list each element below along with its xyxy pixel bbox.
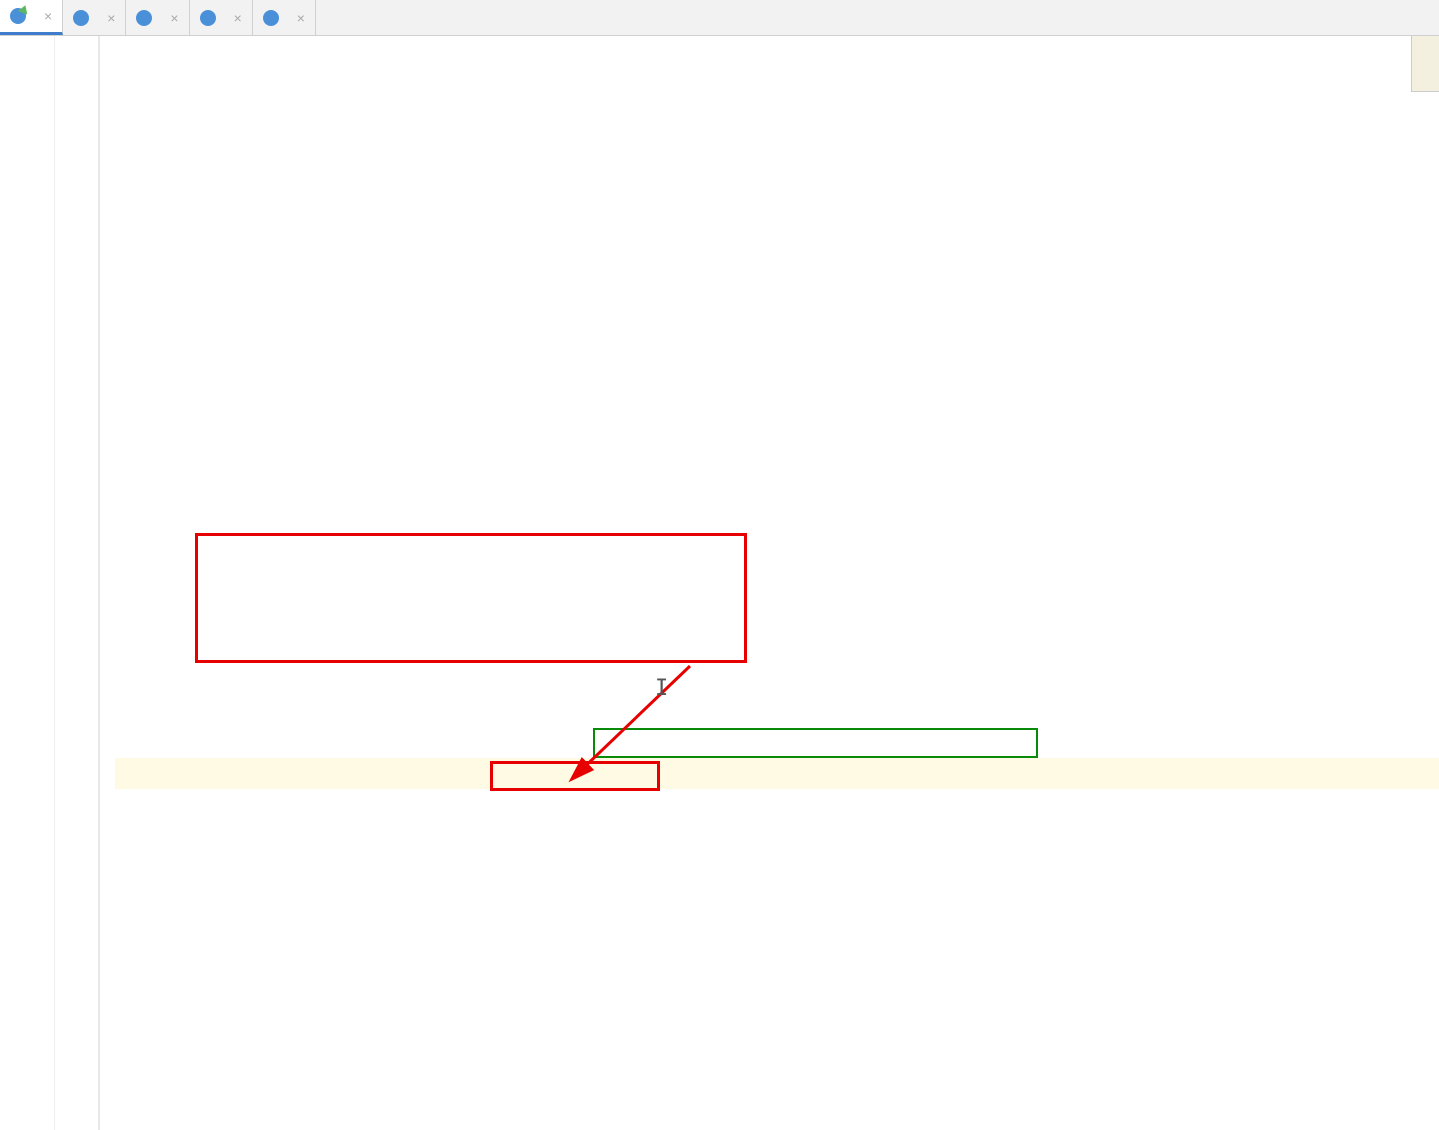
- code-line[interactable]: [115, 632, 1439, 663]
- code-line[interactable]: [115, 727, 1439, 758]
- close-icon[interactable]: ×: [107, 10, 115, 26]
- line-number: [0, 99, 39, 130]
- code-line[interactable]: [115, 224, 1439, 255]
- code-line[interactable]: [115, 789, 1439, 820]
- line-number: [0, 130, 39, 161]
- close-icon[interactable]: ×: [297, 10, 305, 26]
- code-line[interactable]: [115, 287, 1439, 318]
- tab-bmw[interactable]: ×: [126, 0, 189, 35]
- code-line[interactable]: [115, 852, 1439, 883]
- code-content[interactable]: I: [100, 36, 1439, 1130]
- code-line[interactable]: [115, 507, 1439, 538]
- line-number: [0, 287, 39, 318]
- code-line[interactable]: [115, 601, 1439, 632]
- line-number: [0, 789, 39, 820]
- line-number: [0, 224, 39, 255]
- code-line[interactable]: [115, 36, 1439, 67]
- line-number: [0, 821, 39, 852]
- tab-benz[interactable]: ×: [190, 0, 253, 35]
- code-line[interactable]: [115, 664, 1439, 695]
- code-line[interactable]: [115, 99, 1439, 130]
- line-number: [0, 852, 39, 883]
- code-line[interactable]: [115, 67, 1439, 98]
- close-icon[interactable]: ×: [234, 10, 242, 26]
- tab-bar: × × × × ×: [0, 0, 1439, 36]
- line-number: [0, 413, 39, 444]
- line-number: [0, 884, 39, 915]
- line-number: [0, 570, 39, 601]
- line-number: [0, 256, 39, 287]
- class-icon: [263, 10, 279, 26]
- code-line[interactable]: [115, 884, 1439, 915]
- tab-car[interactable]: ×: [63, 0, 126, 35]
- line-number: [0, 162, 39, 193]
- class-icon: [73, 10, 89, 26]
- code-line[interactable]: [115, 381, 1439, 412]
- line-number: [0, 319, 39, 350]
- close-icon[interactable]: ×: [170, 10, 178, 26]
- code-line-current[interactable]: [115, 758, 1439, 789]
- class-icon: [10, 8, 26, 24]
- line-number: [0, 946, 39, 977]
- line-number: [0, 444, 39, 475]
- code-line[interactable]: [115, 444, 1439, 475]
- code-line[interactable]: [115, 475, 1439, 506]
- code-line[interactable]: [115, 413, 1439, 444]
- code-line[interactable]: [115, 350, 1439, 381]
- line-number: [0, 350, 39, 381]
- code-line[interactable]: [115, 193, 1439, 224]
- tab-test[interactable]: ×: [0, 0, 63, 35]
- code-line[interactable]: [115, 570, 1439, 601]
- line-number: [0, 758, 39, 789]
- line-number: [0, 632, 39, 663]
- code-line[interactable]: [115, 915, 1439, 946]
- code-line[interactable]: [115, 130, 1439, 161]
- code-line[interactable]: [115, 319, 1439, 350]
- line-number: [0, 727, 39, 758]
- close-icon[interactable]: ×: [44, 8, 52, 24]
- code-line[interactable]: [115, 538, 1439, 569]
- line-number: [0, 915, 39, 946]
- code-line[interactable]: [115, 256, 1439, 287]
- code-line[interactable]: [115, 695, 1439, 726]
- line-number: [0, 475, 39, 506]
- line-number: [0, 664, 39, 695]
- tab-dog[interactable]: ×: [253, 0, 316, 35]
- line-number: [0, 507, 39, 538]
- line-number: [0, 695, 39, 726]
- code-line[interactable]: [115, 821, 1439, 852]
- editor-area[interactable]: I: [0, 36, 1439, 1130]
- line-number: [0, 36, 39, 67]
- line-number: [0, 601, 39, 632]
- line-number-gutter: [0, 36, 55, 1130]
- class-icon: [136, 10, 152, 26]
- class-icon: [200, 10, 216, 26]
- line-number: [0, 193, 39, 224]
- line-number: [0, 67, 39, 98]
- line-number: [0, 538, 39, 569]
- fold-gutter: [55, 36, 100, 1130]
- code-line[interactable]: [115, 162, 1439, 193]
- line-number: [0, 381, 39, 412]
- code-line[interactable]: [115, 946, 1439, 977]
